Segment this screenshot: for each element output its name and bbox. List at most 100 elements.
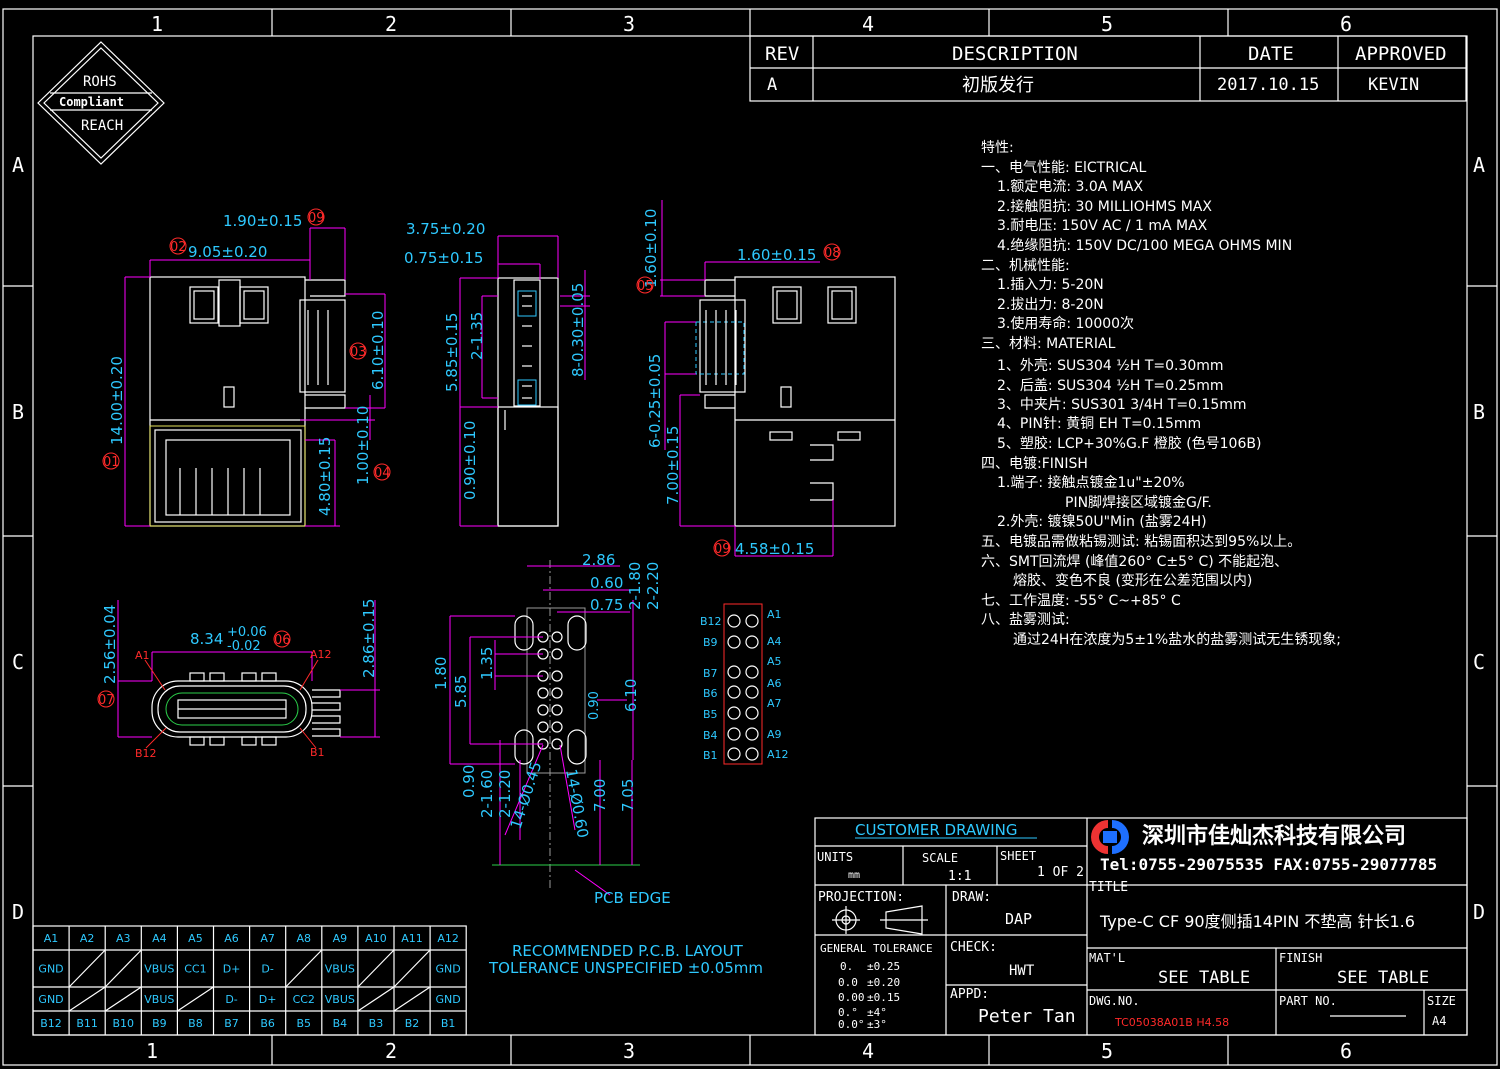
spec-line: 四、电镀:FINISH bbox=[981, 455, 1088, 472]
dim-label: +0.06 bbox=[227, 625, 267, 640]
matl-value: SEE TABLE bbox=[1158, 968, 1250, 988]
dwg-label: DWG.NO. bbox=[1089, 994, 1140, 1008]
pin-table-cell: GND bbox=[38, 993, 63, 1006]
dim-label: 2.86 bbox=[582, 551, 615, 569]
pin-table-cell: B12 bbox=[40, 1017, 62, 1030]
title-block: CUSTOMER DRAWING 深圳市佳灿杰科技有限公司 Tel:0755-2… bbox=[814, 817, 1468, 1036]
pin-table-cell: CC1 bbox=[184, 963, 206, 976]
dim-label: 5.85±0.15 bbox=[443, 313, 461, 392]
dim-label: 6.10 bbox=[622, 679, 640, 712]
spec-line: 三、材料: MATERIAL bbox=[981, 336, 1116, 352]
col-label: 3 bbox=[623, 12, 635, 36]
dim-label: 9.05±0.20 bbox=[188, 243, 267, 261]
pin-table-empty-cell bbox=[104, 986, 142, 1012]
approved-value: KEVIN bbox=[1368, 75, 1419, 95]
pcb-note: TOLERANCE UNSPECIFIED ±0.05mm bbox=[488, 959, 763, 977]
tolerance-values: 0. ±0.25 0.0 ±0.20 0.00 ±0.15 0.° ±4° 0.… bbox=[838, 960, 900, 1031]
date-value: 2017.10.15 bbox=[1217, 75, 1319, 95]
balloon-01: 01 bbox=[103, 455, 120, 470]
projection-symbol-icon bbox=[832, 905, 928, 935]
col-label: 4 bbox=[862, 12, 874, 36]
dim-label: 0.90 bbox=[460, 765, 478, 798]
col-label: 5 bbox=[1101, 1039, 1113, 1063]
row-label: B bbox=[12, 400, 24, 424]
customer-drawing-label: CUSTOMER DRAWING bbox=[855, 821, 1017, 839]
pin-table-cell: B7 bbox=[224, 1017, 239, 1030]
pin-table-cell: B10 bbox=[112, 1017, 134, 1030]
balloon-02: 02 bbox=[170, 240, 187, 255]
pin-table-cell: A7 bbox=[260, 932, 275, 945]
col-label: 1 bbox=[151, 12, 163, 36]
dim-label: 1.35 bbox=[478, 647, 496, 680]
dim-label: 8.34 bbox=[190, 630, 223, 648]
pin-table-cell: A4 bbox=[152, 932, 167, 945]
spec-line: 2.接触阻抗: 30 MILLIOHMS MAX bbox=[997, 198, 1212, 215]
pin-table-cell: A11 bbox=[401, 932, 423, 945]
draw-value: DAP bbox=[1005, 910, 1032, 928]
check-value: HWT bbox=[1009, 963, 1035, 979]
row-label: D bbox=[1473, 900, 1485, 924]
dim-label: 14.00±0.20 bbox=[108, 356, 126, 445]
dim-label: 8-0.30±0.05 bbox=[569, 283, 587, 377]
pin-table-cell: A5 bbox=[188, 932, 203, 945]
dim-label: -0.02 bbox=[227, 639, 261, 654]
tol-key: 0.00 bbox=[838, 991, 865, 1004]
pin-table-cell: B2 bbox=[405, 1017, 420, 1030]
pin-table-cell: A6 bbox=[224, 932, 239, 945]
col-label: 6 bbox=[1340, 12, 1352, 36]
appd-label: APPD: bbox=[950, 987, 989, 1002]
dim-label: 1.60±0.15 bbox=[737, 246, 816, 264]
pin-left-label: B6 bbox=[703, 687, 718, 700]
balloons-view3: 08 05 09 bbox=[636, 243, 841, 557]
pin-table-cell: B1 bbox=[441, 1017, 456, 1030]
spec-notes: 特性: 一、电气性能: ElCTRICAL 1.额定电流: 3.0A MAX 2… bbox=[981, 140, 1341, 648]
pin-right-label: A9 bbox=[767, 728, 782, 741]
pin-right-label: A1 bbox=[767, 608, 782, 621]
units-value: mm bbox=[848, 870, 860, 881]
date-header: DATE bbox=[1248, 43, 1294, 65]
spec-line: 2.拔出力: 8-20N bbox=[997, 297, 1104, 313]
spec-line: 七、工作温度: -55° C~+85° C bbox=[981, 593, 1181, 609]
pin-table: A1 A2 A3 A4 A5 A6 A7 A8 A9 A10 A11 A12 GND VBUS CC1 D+ D… bbox=[32, 925, 467, 1036]
pin-table-empty-cell bbox=[68, 949, 106, 988]
pin-table-cell: B9 bbox=[152, 1017, 167, 1030]
pin-left-label: B9 bbox=[703, 636, 718, 649]
dim-label: 2-1.35 bbox=[468, 312, 486, 360]
spec-line: 熔胶、变色不良 (变形在公差范围以内) bbox=[1013, 572, 1252, 589]
balloon-06: 06 bbox=[274, 633, 291, 648]
projection-label: PROJECTION: bbox=[818, 890, 904, 905]
sheet-value: 1 OF 2 bbox=[1037, 865, 1084, 880]
row-label: A bbox=[1473, 153, 1485, 177]
pin-table-cell: B5 bbox=[296, 1017, 311, 1030]
tol-key: 0.0 bbox=[838, 976, 858, 989]
finish-value: SEE TABLE bbox=[1337, 968, 1429, 988]
spec-line: 4、PIN针: 黄铜 EH T=0.15mm bbox=[997, 415, 1201, 432]
dim-label: 4.80±0.15 bbox=[316, 437, 334, 516]
view-side-left: 1.90±0.15 9.05±0.20 14.00±0.20 6.10±0.10… bbox=[108, 212, 387, 527]
rev-header: REV bbox=[765, 43, 799, 65]
pin-left-label: B7 bbox=[703, 667, 718, 680]
spec-line: 5、塑胶: LCP+30%G.F 橙胶 (色号106B) bbox=[997, 435, 1261, 452]
pin-table-cell: A1 bbox=[44, 932, 59, 945]
dim-label: 6.10±0.10 bbox=[369, 311, 387, 390]
pin-left-label: B1 bbox=[703, 749, 718, 762]
dim-label: 14-Ø0.60 bbox=[562, 768, 592, 840]
dim-label: 0.75±0.15 bbox=[404, 249, 483, 267]
part-label: PART NO. bbox=[1279, 994, 1337, 1008]
pin-map-holes bbox=[727, 614, 759, 761]
pin-table-empty-cell bbox=[68, 986, 106, 1012]
pin-table-cell: GND bbox=[436, 963, 461, 976]
pin-table-empty-cell bbox=[393, 949, 431, 988]
balloon-08: 08 bbox=[824, 246, 841, 261]
pin-table-cell: D- bbox=[225, 993, 237, 1006]
dim-label: 0.90±0.10 bbox=[461, 421, 479, 500]
view-front: 8.34 +0.06 -0.02 2.56±0.04 2.86±0.15 A1 … bbox=[97, 599, 380, 760]
pin-left-label: B12 bbox=[700, 615, 722, 628]
pin-table-cell: B6 bbox=[260, 1017, 275, 1030]
pin-table-empty-cell bbox=[393, 986, 431, 1012]
balloon-05: 05 bbox=[637, 279, 654, 294]
size-label: SIZE bbox=[1427, 994, 1456, 1008]
dim-label: 0.90 bbox=[587, 691, 602, 720]
pin-table-cell: A3 bbox=[116, 932, 131, 945]
rohs-text: ROHS bbox=[83, 74, 117, 90]
